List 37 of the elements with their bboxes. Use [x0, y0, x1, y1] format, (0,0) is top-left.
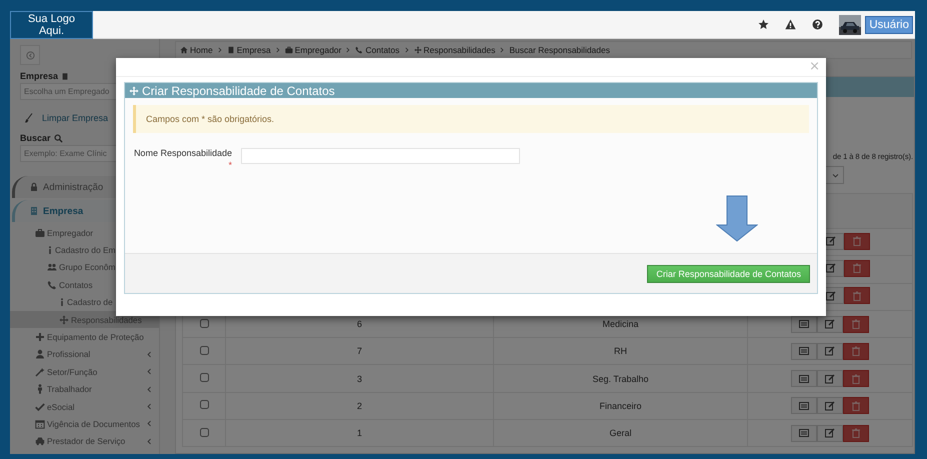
- menu-item[interactable]: Prestador de Serviço: [10, 432, 159, 450]
- user-button[interactable]: Usuário: [865, 16, 913, 34]
- id-cell: 7: [356, 346, 362, 356]
- menu-item[interactable]: Setor/Função: [10, 363, 159, 381]
- menu-item[interactable]: Vigência de Documentos: [10, 415, 159, 433]
- menu-item[interactable]: Contatos: [10, 276, 159, 294]
- close-button[interactable]: ×: [809, 58, 820, 76]
- breadcrumb-link[interactable]: Contatos: [365, 45, 400, 55]
- breadcrumb-link[interactable]: Home: [190, 45, 213, 55]
- menu-item[interactable]: Cadastro de: [10, 294, 159, 311]
- required-mark: *: [228, 160, 232, 170]
- company-label: Empresa: [20, 71, 58, 81]
- id-cell: 3: [356, 374, 362, 384]
- clear-company-link[interactable]: Limpar Empresa: [42, 112, 108, 122]
- logo[interactable]: Sua Logo Aqui.: [10, 10, 93, 38]
- id-cell: 6: [356, 319, 362, 330]
- id-cell: 2: [356, 400, 362, 411]
- menu-item[interactable]: eSocial: [10, 398, 159, 416]
- menu-item[interactable]: Equipamento de Proteção: [10, 328, 159, 346]
- id-cell: 1: [356, 428, 362, 438]
- name-cell: Geral: [609, 428, 632, 438]
- name-cell: Medicina: [602, 319, 639, 330]
- create-button[interactable]: Criar Responsabilidade de Contatos: [647, 264, 810, 282]
- menu-item[interactable]: Profissional: [10, 346, 159, 364]
- menu-item[interactable]: Grupo Econôm: [10, 258, 159, 276]
- menu-item[interactable]: Cadastro do Em: [10, 241, 159, 259]
- required-notice: Campos com * são obrigatórios.: [133, 105, 809, 133]
- name-cell: Seg. Trabalho: [592, 374, 649, 384]
- breadcrumb-link[interactable]: Empregador: [294, 45, 342, 55]
- menu-item[interactable]: Trabalhador: [10, 380, 159, 398]
- breadcrumb-link[interactable]: Responsabilidades: [424, 45, 496, 55]
- name-cell: RH: [614, 346, 627, 356]
- search-label: Buscar: [20, 133, 51, 143]
- name-cell: Financeiro: [599, 400, 642, 411]
- menu-item[interactable]: Empregador: [10, 224, 159, 242]
- breadcrumb-link[interactable]: Buscar Responsabilidades: [509, 45, 610, 55]
- breadcrumb-link[interactable]: Empresa: [236, 45, 271, 55]
